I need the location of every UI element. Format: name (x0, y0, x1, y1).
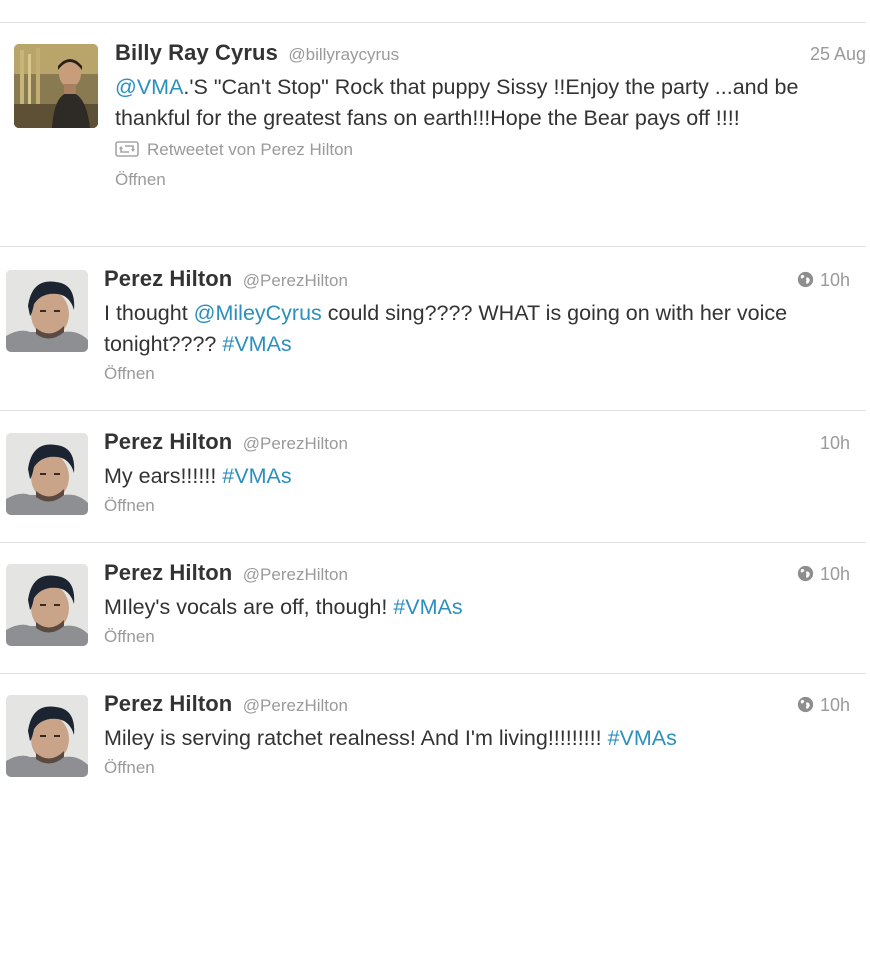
author-name[interactable]: Perez Hilton (104, 560, 232, 585)
retweet-label: Retweetet von Perez Hilton (147, 140, 353, 159)
avatar[interactable] (6, 564, 88, 646)
tweet-timestamp[interactable]: 25 Aug (810, 44, 866, 65)
divider (0, 246, 866, 247)
avatar-image (14, 44, 98, 128)
avatar-image (6, 695, 88, 777)
author-username[interactable]: @billyraycyrus (288, 45, 399, 64)
timestamp-text: 10h (819, 433, 850, 453)
author-name[interactable]: Perez Hilton (104, 691, 232, 716)
avatar-image (6, 433, 88, 515)
author-username[interactable]: @PerezHilton (243, 271, 348, 290)
globe-icon (797, 696, 814, 713)
hashtag-link[interactable]: #VMAs (608, 726, 677, 750)
tweet-timestamp[interactable]: 10h (797, 564, 850, 585)
timestamp-text: 10h (819, 695, 850, 715)
timestamp-text: 10h (819, 270, 850, 290)
open-tweet-link[interactable]: Öffnen (104, 627, 850, 647)
mention-link[interactable]: @MileyCyrus (194, 301, 322, 325)
timestamp-text: 25 Aug (809, 44, 866, 64)
divider (0, 410, 866, 411)
open-tweet-link[interactable]: Öffnen (115, 170, 850, 190)
tweet-timestamp[interactable]: 10h (797, 695, 850, 716)
author-name[interactable]: Billy Ray Cyrus (115, 40, 278, 65)
open-tweet-link[interactable]: Öffnen (104, 758, 850, 778)
author-username[interactable]: @PerezHilton (243, 434, 348, 453)
open-tweet-link[interactable]: Öffnen (104, 496, 850, 516)
globe-icon (797, 271, 814, 288)
tweet-text-segment: My ears!!!!!! (104, 464, 223, 488)
mention-link[interactable]: @VMA (115, 75, 183, 99)
tweet-text-segment: .'S "Can't Stop" Rock that puppy Sissy !… (115, 75, 799, 130)
timestamp-text: 10h (819, 564, 850, 584)
author-username[interactable]: @PerezHilton (243, 696, 348, 715)
avatar-image (6, 564, 88, 646)
tweet-text: @VMA.'S "Can't Stop" Rock that puppy Sis… (115, 72, 855, 134)
tweet-text: Miley is serving ratchet realness! And I… (104, 723, 824, 754)
hashtag-link[interactable]: #VMAs (222, 464, 291, 488)
tweet-timestamp[interactable]: 10h (797, 270, 850, 291)
avatar[interactable] (6, 695, 88, 777)
tweet-text-segment: Miley is serving ratchet realness! And I… (104, 726, 608, 750)
author-username[interactable]: @PerezHilton (243, 565, 348, 584)
tweet-text: MIley's vocals are off, though! #VMAs (104, 592, 824, 623)
globe-icon (797, 565, 814, 582)
author-name[interactable]: Perez Hilton (104, 266, 232, 291)
tweet-text-segment: MIley's vocals are off, though! (104, 595, 394, 619)
avatar-image (6, 270, 88, 352)
avatar[interactable] (6, 270, 88, 352)
avatar[interactable] (14, 44, 98, 128)
divider (0, 22, 866, 23)
hashtag-link[interactable]: #VMAs (222, 332, 291, 356)
open-tweet-link[interactable]: Öffnen (104, 364, 850, 384)
author-name[interactable]: Perez Hilton (104, 429, 232, 454)
tweet-timestamp[interactable]: 10h (820, 433, 850, 454)
hashtag-link[interactable]: #VMAs (393, 595, 462, 619)
tweet-text-segment: I thought (104, 301, 194, 325)
avatar[interactable] (6, 433, 88, 515)
divider (0, 542, 866, 543)
retweet-context[interactable]: Retweetet von Perez Hilton (115, 140, 850, 166)
retweet-icon (115, 141, 139, 157)
divider (0, 673, 866, 674)
tweet-text: I thought @MileyCyrus could sing???? WHA… (104, 298, 824, 360)
tweet-text: My ears!!!!!! #VMAs (104, 461, 824, 492)
